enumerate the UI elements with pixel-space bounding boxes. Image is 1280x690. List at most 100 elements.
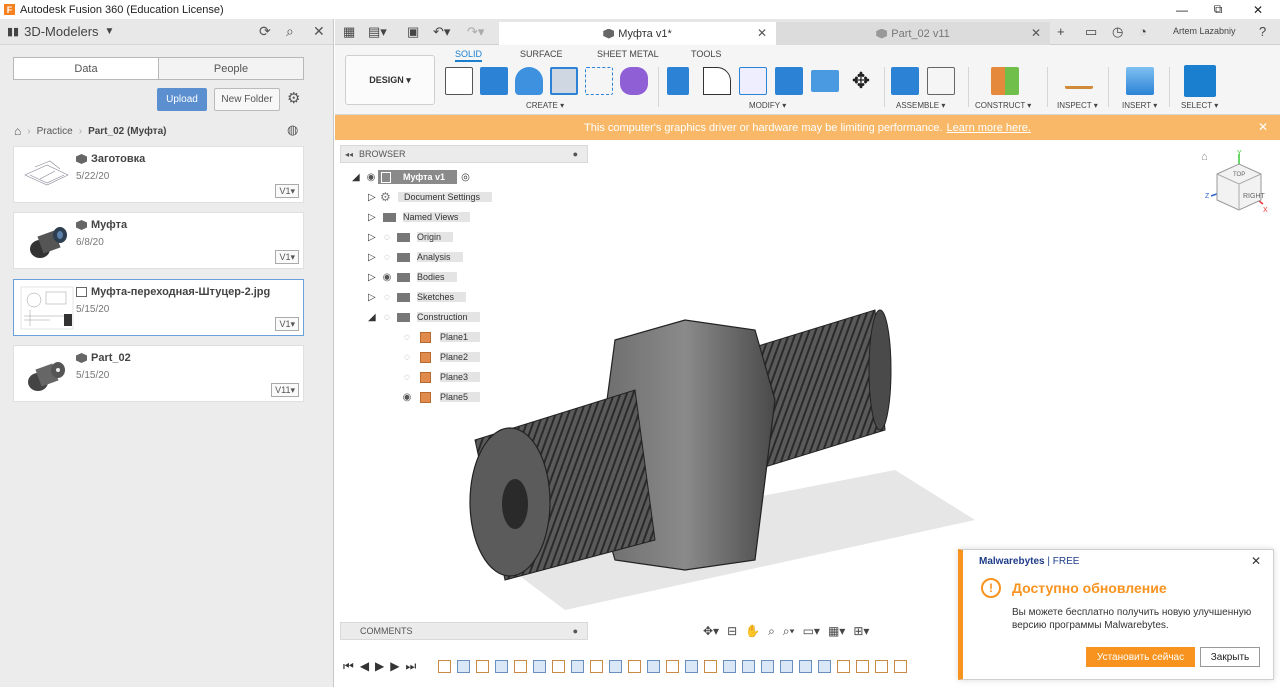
combine-icon[interactable] xyxy=(775,67,803,95)
expand-triangle-icon[interactable]: ▷ xyxy=(368,272,380,283)
visibility-eye-icon[interactable]: ◉ xyxy=(400,392,414,403)
expanded-triangle-icon[interactable]: ◢ xyxy=(352,172,364,183)
timeline-feature-icon[interactable] xyxy=(552,659,566,673)
timeline-feature-icon[interactable] xyxy=(476,659,490,673)
browser-header[interactable]: ◂◂ BROWSER ● xyxy=(340,145,588,163)
go-to-start-icon[interactable]: ⏮ xyxy=(343,659,354,674)
search-icon[interactable]: ⌕ xyxy=(286,23,294,40)
help-icon[interactable]: ? xyxy=(1259,24,1266,39)
file-card[interactable]: Part_02 5/15/20 V11 ▾ xyxy=(13,345,304,402)
extrude-icon[interactable] xyxy=(480,67,508,95)
timeline-feature-icon[interactable] xyxy=(780,659,794,673)
hidden-eye-icon[interactable]: ◌ xyxy=(400,332,414,343)
play-icon[interactable]: ▶ xyxy=(375,659,384,673)
home-icon[interactable]: ⌂ xyxy=(14,124,21,138)
timeline-feature-icon[interactable] xyxy=(856,659,870,673)
orbit-icon[interactable]: ✥▾ xyxy=(703,624,719,638)
activate-radio-icon[interactable]: ◎ xyxy=(461,172,470,183)
revolve-icon[interactable] xyxy=(515,67,543,95)
tree-item-bodies[interactable]: ▷ ◉ Bodies xyxy=(368,268,457,286)
tree-root[interactable]: ◢ ◉ Муфта v1 ◎ xyxy=(352,168,470,186)
joint-icon[interactable] xyxy=(927,67,955,95)
go-to-end-icon[interactable]: ⏭ xyxy=(406,659,417,674)
zoom-icon[interactable]: ⌕ xyxy=(768,624,775,639)
tree-item-construction[interactable]: ◢ ◌ Construction xyxy=(368,308,480,326)
globe-icon[interactable]: ◍ xyxy=(287,122,298,138)
expand-triangle-icon[interactable]: ▷ xyxy=(368,192,380,203)
viewports-icon[interactable]: ⊞▾ xyxy=(853,624,869,638)
new-folder-button[interactable]: New Folder xyxy=(214,88,280,111)
refresh-icon[interactable]: ⟳ xyxy=(259,23,271,40)
expand-triangle-icon[interactable]: ▷ xyxy=(368,292,380,303)
create-sketch-icon[interactable] xyxy=(445,67,473,95)
timeline-feature-icon[interactable] xyxy=(628,659,642,673)
timeline-feature-icon[interactable] xyxy=(571,659,585,673)
step-back-icon[interactable]: ◀ xyxy=(360,659,369,673)
expand-triangle-icon[interactable]: ▷ xyxy=(368,252,380,263)
offset-plane-icon[interactable] xyxy=(991,67,1019,95)
save-icon[interactable]: ▣ xyxy=(407,24,419,40)
create-menu[interactable]: CREATE ▾ xyxy=(526,101,564,110)
timeline-feature-icon[interactable] xyxy=(761,659,775,673)
modify-menu[interactable]: MODIFY ▾ xyxy=(749,101,786,110)
fillet-icon[interactable] xyxy=(703,67,731,95)
tree-item-origin[interactable]: ▷ ◌ Origin xyxy=(368,228,454,246)
upload-button[interactable]: Upload xyxy=(157,88,207,111)
move-icon[interactable]: ✥ xyxy=(847,67,875,95)
gear-icon[interactable]: ⚙ xyxy=(287,89,300,107)
timeline-feature-icon[interactable] xyxy=(438,659,452,673)
select-icon[interactable] xyxy=(1184,65,1216,97)
timeline-feature-icon[interactable] xyxy=(647,659,661,673)
pan-icon[interactable]: ✋ xyxy=(745,624,760,638)
look-at-icon[interactable]: ⊟ xyxy=(727,624,737,638)
grid-menu-icon[interactable]: ▦ xyxy=(343,24,355,40)
file-card-selected[interactable]: Муфта-переходная-Штуцер-2.jpg 5/15/20 V1… xyxy=(13,279,304,336)
version-dropdown[interactable]: V1 ▾ xyxy=(275,250,299,264)
timeline-feature-icon[interactable] xyxy=(685,659,699,673)
learn-more-link[interactable]: Learn more here. xyxy=(947,122,1031,134)
hidden-eye-icon[interactable]: ◌ xyxy=(380,312,394,323)
new-component-icon[interactable] xyxy=(891,67,919,95)
close-panel-icon[interactable]: ✕ xyxy=(313,23,325,40)
tab-sheet-metal[interactable]: SHEET METAL xyxy=(597,49,659,59)
construct-menu[interactable]: CONSTRUCT ▾ xyxy=(975,101,1031,110)
close-tab-icon[interactable]: ✕ xyxy=(1031,26,1041,40)
close-window-button[interactable]: ✕ xyxy=(1238,0,1278,19)
fit-icon[interactable]: ⌕▾ xyxy=(783,624,795,639)
pattern-icon[interactable] xyxy=(585,67,613,95)
select-menu[interactable]: SELECT ▾ xyxy=(1181,101,1218,110)
visibility-eye-icon[interactable]: ◉ xyxy=(380,272,394,283)
timeline-feature-icon[interactable] xyxy=(666,659,680,673)
timeline-feature-icon[interactable] xyxy=(875,659,889,673)
minimize-button[interactable]: — xyxy=(1162,0,1202,19)
expand-triangle-icon[interactable]: ▷ xyxy=(368,232,380,243)
user-account[interactable]: Artem Lazabniy xyxy=(1173,26,1236,36)
redo-icon[interactable]: ↷▾ xyxy=(467,24,484,40)
pin-icon[interactable]: ● xyxy=(573,626,578,636)
split-body-icon[interactable] xyxy=(811,70,839,92)
insert-image-icon[interactable] xyxy=(1126,67,1154,95)
timeline-feature-icon[interactable] xyxy=(742,659,756,673)
step-forward-icon[interactable]: ▶ xyxy=(390,659,399,673)
timeline-feature-icon[interactable] xyxy=(818,659,832,673)
hidden-eye-icon[interactable]: ◌ xyxy=(380,232,394,243)
timeline-feature-icon[interactable] xyxy=(533,659,547,673)
clock-icon[interactable]: ◔ xyxy=(1139,24,1147,39)
tree-item-plane5[interactable]: ◉ Plane5 xyxy=(400,388,481,406)
notifications-icon[interactable]: ▭ xyxy=(1085,24,1097,40)
insert-menu[interactable]: INSERT ▾ xyxy=(1122,101,1157,110)
pin-icon[interactable]: ● xyxy=(573,149,578,159)
view-cube[interactable]: ⌂ TOP RIGHT Y X Z xyxy=(1197,146,1277,226)
undo-icon[interactable]: ↶▾ xyxy=(433,24,450,40)
inspect-menu[interactable]: INSPECT ▾ xyxy=(1057,101,1098,110)
form-icon[interactable] xyxy=(620,67,648,95)
install-now-button[interactable]: Установить сейчас xyxy=(1086,647,1195,667)
timeline-feature-icon[interactable] xyxy=(609,659,623,673)
hidden-eye-icon[interactable]: ◌ xyxy=(380,292,394,303)
team-selector[interactable]: ▮▮ 3D-Modelers ▼ ⟳ ⌕ ✕ xyxy=(0,19,333,45)
close-button[interactable]: Закрыть xyxy=(1200,647,1260,667)
comments-panel[interactable]: COMMENTS ● xyxy=(340,622,588,640)
timeline-feature-icon[interactable] xyxy=(590,659,604,673)
visibility-eye-icon[interactable]: ◉ xyxy=(364,172,378,183)
shell-icon[interactable] xyxy=(739,67,767,95)
